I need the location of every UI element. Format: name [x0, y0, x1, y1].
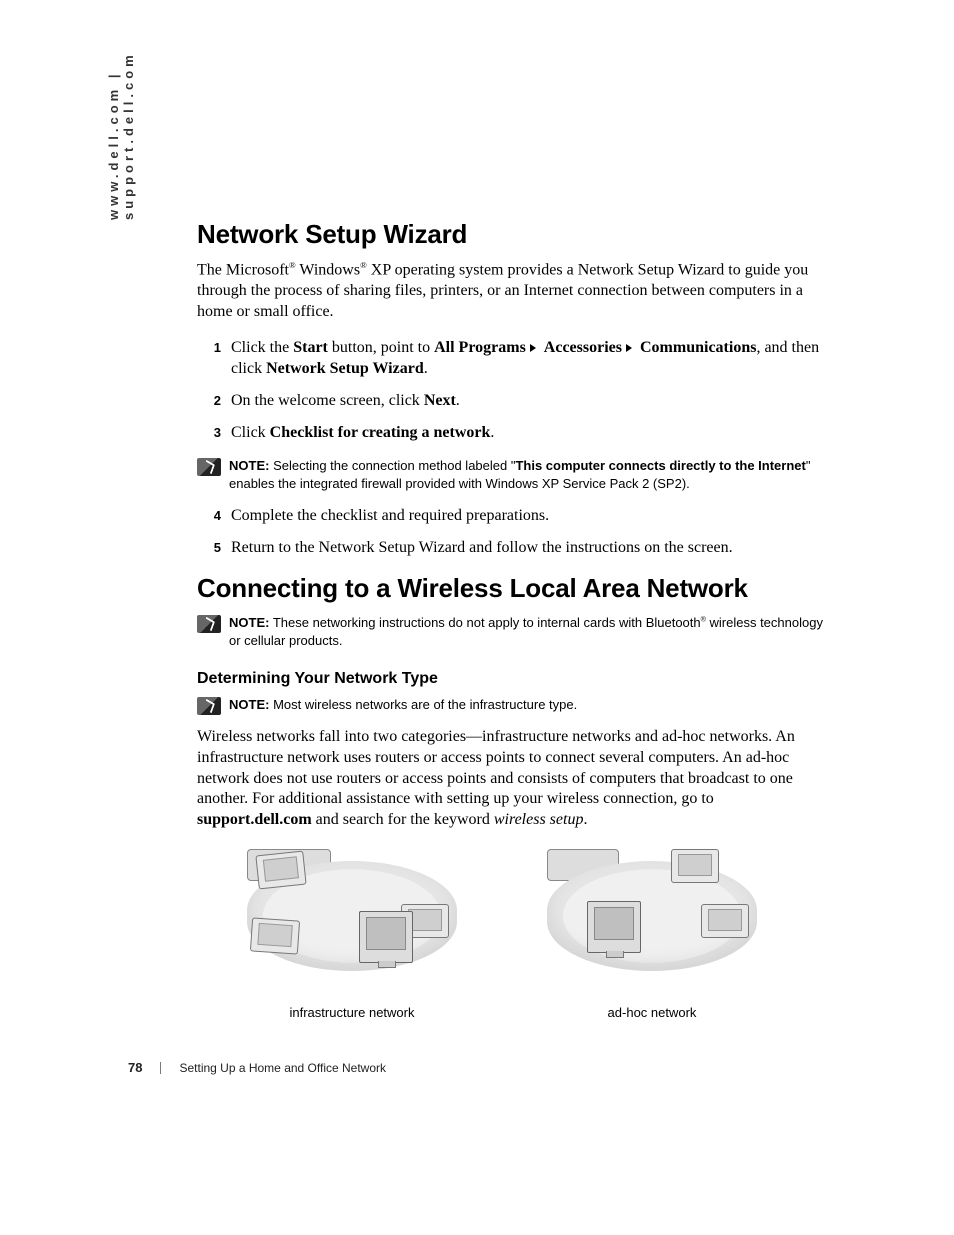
steps-list-cont: 4 Complete the checklist and required pr… — [197, 505, 827, 558]
text: On the welcome screen, click — [231, 392, 424, 409]
page-footer: 78 Setting Up a Home and Office Network — [128, 1060, 386, 1075]
network-figures: infrastructure network ad-hoc network — [247, 849, 827, 1020]
laptop-icon — [701, 904, 749, 938]
step-1: 1 Click the Start button, point to All P… — [197, 337, 827, 380]
text: Windows — [296, 261, 360, 278]
figure-caption: infrastructure network — [290, 1005, 415, 1020]
intro-paragraph: The Microsoft® Windows® XP operating sys… — [197, 260, 827, 323]
bold: Start — [293, 339, 328, 356]
page-number: 78 — [128, 1060, 142, 1075]
text: . — [583, 811, 587, 828]
note-infra-type: NOTE: Most wireless networks are of the … — [197, 696, 827, 715]
step-number: 4 — [197, 507, 221, 525]
adhoc-diagram — [547, 849, 757, 999]
text: The Microsoft — [197, 261, 289, 278]
note-icon — [197, 697, 221, 715]
text: . — [424, 360, 428, 377]
note-connection-method: NOTE: Selecting the connection method la… — [197, 457, 827, 493]
text: Click — [231, 424, 270, 441]
text: . — [490, 424, 494, 441]
bold: Accessories — [544, 339, 622, 356]
desktop-icon — [587, 901, 641, 953]
text: Wireless networks fall into two categori… — [197, 728, 795, 807]
figure-infrastructure: infrastructure network — [247, 849, 457, 1020]
figure-adhoc: ad-hoc network — [547, 849, 757, 1020]
text: . — [456, 392, 460, 409]
bold: support.dell.com — [197, 811, 312, 828]
desktop-icon — [359, 911, 413, 963]
wireless-paragraph: Wireless networks fall into two categori… — [197, 727, 827, 831]
note-bluetooth: NOTE: These networking instructions do n… — [197, 614, 827, 650]
text: Selecting the connection method labeled … — [269, 458, 515, 473]
note-label: NOTE: — [229, 458, 269, 473]
laptop-icon — [255, 851, 306, 890]
laptop-icon — [671, 849, 719, 883]
step-number: 2 — [197, 392, 221, 410]
step-number: 3 — [197, 424, 221, 442]
step-number: 5 — [197, 539, 221, 557]
text: These networking instructions do not app… — [269, 615, 700, 630]
bold: Checklist for creating a network — [270, 424, 491, 441]
figure-caption: ad-hoc network — [608, 1005, 697, 1020]
bold: Next — [424, 392, 456, 409]
step-4: 4 Complete the checklist and required pr… — [197, 505, 827, 527]
bold: Network Setup Wizard — [266, 360, 424, 377]
note-icon — [197, 615, 221, 633]
side-url-text: www.dell.com | support.dell.com — [106, 0, 136, 220]
text: Complete the checklist and required prep… — [231, 505, 827, 527]
step-3: 3 Click Checklist for creating a network… — [197, 422, 827, 444]
text: Most wireless networks are of the infras… — [269, 697, 577, 712]
steps-list: 1 Click the Start button, point to All P… — [197, 337, 827, 443]
arrow-icon — [626, 344, 632, 352]
section-heading-wireless: Connecting to a Wireless Local Area Netw… — [197, 573, 827, 604]
step-number: 1 — [197, 339, 221, 357]
page-content: Network Setup Wizard The Microsoft® Wind… — [197, 219, 827, 1020]
text: Click the — [231, 339, 293, 356]
subsection-network-type: Determining Your Network Type — [197, 670, 827, 688]
note-label: NOTE: — [229, 615, 269, 630]
footer-separator — [160, 1062, 161, 1074]
text: button, point to — [328, 339, 434, 356]
bold: Communications — [640, 339, 756, 356]
footer-title: Setting Up a Home and Office Network — [179, 1061, 386, 1075]
text: Return to the Network Setup Wizard and f… — [231, 537, 827, 559]
registered-mark: ® — [360, 260, 367, 270]
italic: wireless setup — [494, 811, 584, 828]
arrow-icon — [530, 344, 536, 352]
bold: All Programs — [434, 339, 526, 356]
text: and search for the keyword — [312, 811, 494, 828]
bold: This computer connects directly to the I… — [515, 458, 805, 473]
step-5: 5 Return to the Network Setup Wizard and… — [197, 537, 827, 559]
section-heading-network-setup: Network Setup Wizard — [197, 219, 827, 250]
infrastructure-diagram — [247, 849, 457, 999]
note-label: NOTE: — [229, 697, 269, 712]
laptop-icon — [250, 917, 300, 954]
note-icon — [197, 458, 221, 476]
registered-mark: ® — [289, 260, 296, 270]
step-2: 2 On the welcome screen, click Next. — [197, 390, 827, 412]
